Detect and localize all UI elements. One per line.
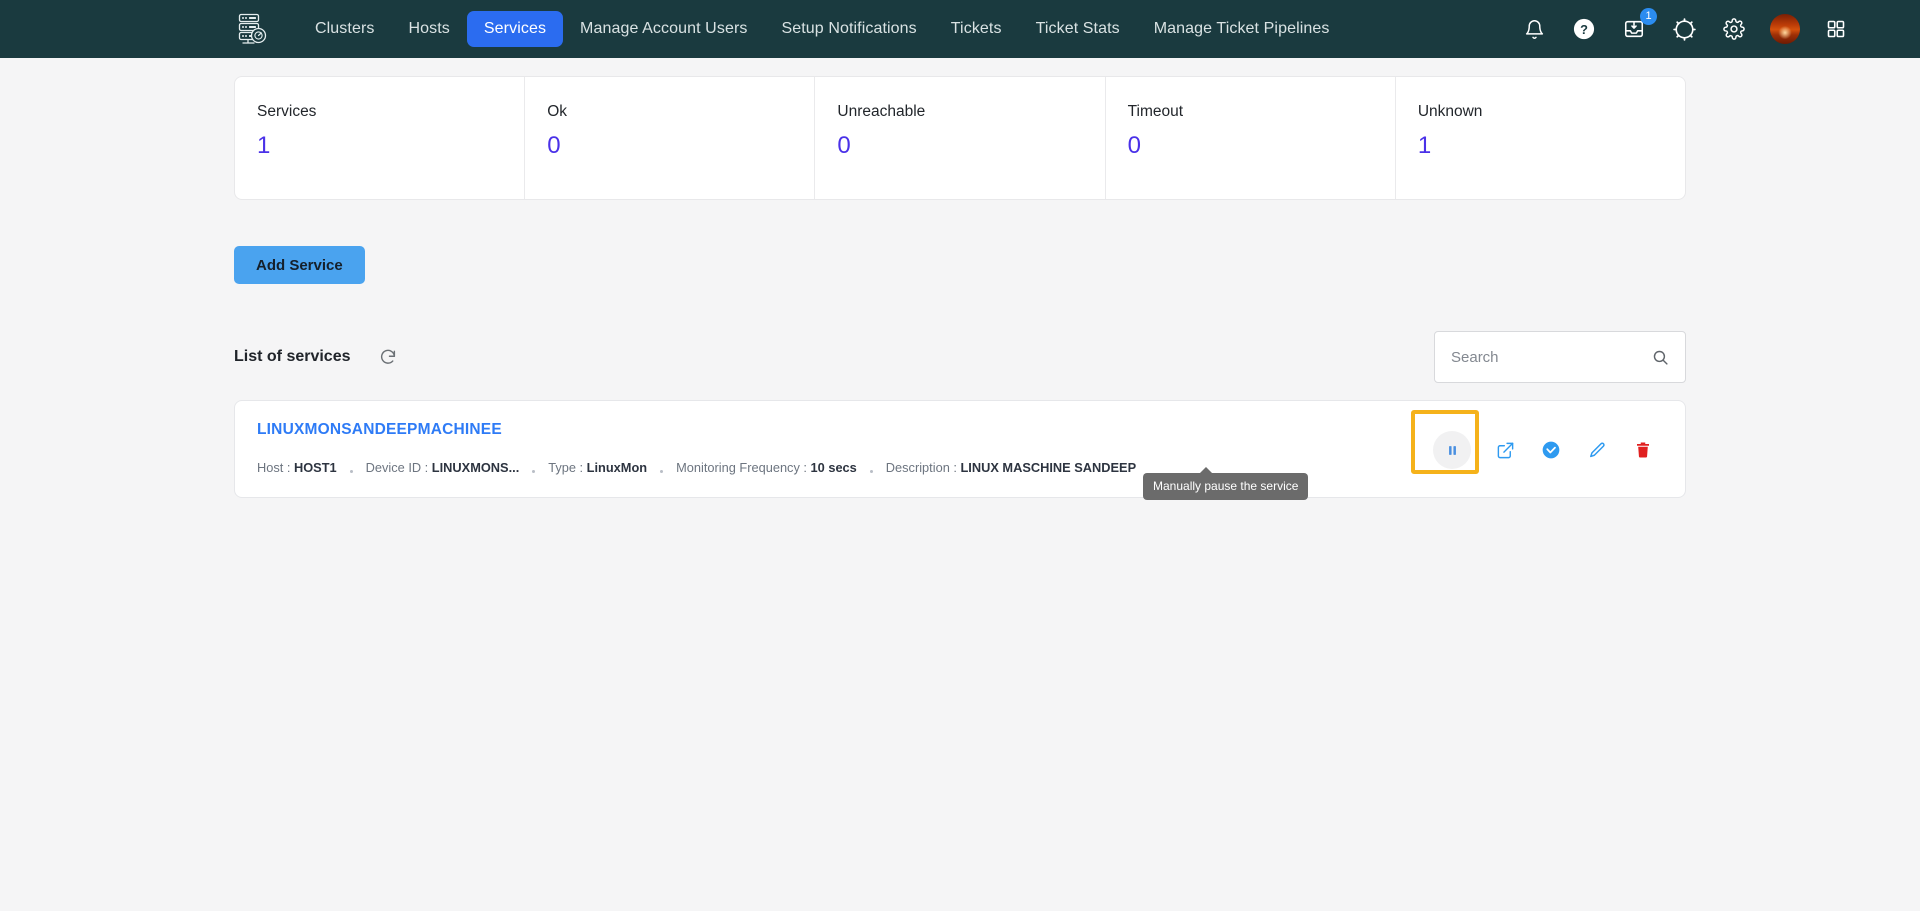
meta-description-value: LINUX MASCHINE SANDEEP	[960, 460, 1137, 475]
meta-separator-dot	[349, 470, 353, 473]
stat-card-unreachable: Unreachable 0	[815, 77, 1106, 199]
meta-type-label: Type :	[548, 460, 587, 475]
service-row-actions	[1411, 410, 1655, 474]
apps-grid-icon[interactable]	[1822, 15, 1850, 43]
meta-host-value: HOST1	[293, 460, 337, 475]
meta-type: Type : LinuxMon	[548, 460, 647, 475]
stat-card-timeout: Timeout 0	[1106, 77, 1396, 199]
service-status-summary: Services 1 Ok 0 Unreachable 0 Timeout 0 …	[234, 76, 1686, 200]
nav-link-ticket-stats[interactable]: Ticket Stats	[1019, 11, 1137, 47]
meta-separator-dot	[660, 470, 664, 473]
search-input[interactable]	[1451, 348, 1652, 366]
stat-label: Timeout	[1127, 103, 1184, 120]
stat-label: Unreachable	[837, 103, 926, 120]
nav-link-manage-ticket-pipelines[interactable]: Manage Ticket Pipelines	[1137, 11, 1347, 47]
meta-device-id-label: Device ID :	[365, 460, 432, 475]
meta-host: Host : HOST1	[257, 460, 337, 475]
stat-card-services: Services 1	[235, 77, 526, 199]
svg-text:?: ?	[1580, 22, 1588, 37]
service-name-link[interactable]: LINUXMONSANDEEPMACHINEE	[257, 421, 502, 439]
delete-trash-icon[interactable]	[1631, 438, 1655, 462]
pause-service-button[interactable]	[1411, 410, 1479, 474]
nav-link-manage-account-users[interactable]: Manage Account Users	[563, 11, 764, 47]
nav-link-clusters[interactable]: Clusters	[298, 11, 391, 47]
stat-value: 0	[547, 132, 561, 159]
refresh-icon[interactable]	[379, 348, 397, 366]
navbar-actions: ? 1	[1520, 8, 1880, 44]
service-list-item: LINUXMONSANDEEPMACHINEE Host : HOST1 Dev…	[234, 400, 1686, 498]
meta-monitoring-frequency-value: 10 secs	[810, 460, 857, 475]
stat-label: Services	[257, 103, 317, 120]
open-external-link-icon[interactable]	[1493, 438, 1517, 462]
meta-description: Description : LINUX MASCHINE SANDEEP	[886, 460, 1136, 475]
stat-label: Ok	[547, 103, 568, 120]
pause-icon	[1448, 445, 1456, 455]
server-rack-monitor-logo	[238, 13, 267, 44]
add-service-button[interactable]: Add Service	[234, 246, 365, 284]
meta-monitoring-frequency: Monitoring Frequency : 10 secs	[676, 460, 857, 475]
list-title: List of services	[234, 348, 351, 365]
search-box[interactable]	[1434, 331, 1686, 383]
stat-value: 1	[257, 132, 271, 159]
meta-separator-dot	[532, 470, 536, 473]
search-icon[interactable]	[1652, 349, 1669, 366]
settings-gear-icon[interactable]	[1720, 15, 1748, 43]
pause-button-tooltip: Manually pause the service	[1143, 467, 1309, 500]
meta-monitoring-frequency-label: Monitoring Frequency :	[676, 460, 811, 475]
acknowledge-check-icon[interactable]	[1539, 438, 1563, 462]
list-header: List of services	[234, 328, 1686, 386]
main-nav-links: Clusters Hosts Services Manage Account U…	[298, 11, 1346, 47]
top-navigation-bar: Clusters Hosts Services Manage Account U…	[0, 0, 1920, 58]
meta-device-id-value: LINUXMONS...	[431, 460, 520, 475]
meta-host-label: Host :	[257, 460, 294, 475]
meta-separator-dot	[869, 470, 873, 473]
meta-description-label: Description :	[885, 460, 961, 475]
stat-value: 0	[1127, 132, 1141, 159]
nav-link-tickets[interactable]: Tickets	[934, 11, 1019, 47]
edit-pencil-icon[interactable]	[1585, 438, 1609, 462]
help-question-icon[interactable]: ?	[1570, 15, 1598, 43]
stat-value: 0	[837, 132, 851, 159]
dark-mode-toggle-icon[interactable]	[1670, 15, 1698, 43]
user-avatar[interactable]	[1770, 14, 1800, 44]
page-content: Services 1 Ok 0 Unreachable 0 Timeout 0 …	[0, 76, 1920, 498]
inbox-download-icon[interactable]: 1	[1620, 8, 1657, 43]
stat-label: Unknown	[1417, 103, 1483, 120]
meta-type-value: LinuxMon	[586, 460, 648, 475]
nav-link-setup-notifications[interactable]: Setup Notifications	[764, 11, 933, 47]
inbox-badge-count: 1	[1640, 8, 1657, 25]
nav-link-services[interactable]: Services	[466, 11, 564, 47]
stat-card-unknown: Unknown 1	[1396, 77, 1685, 199]
meta-device-id: Device ID : LINUXMONS...	[366, 460, 520, 475]
stat-value: 1	[1417, 132, 1432, 159]
stat-card-ok: Ok 0	[525, 77, 816, 199]
nav-link-hosts[interactable]: Hosts	[391, 11, 466, 47]
notifications-bell-icon[interactable]	[1520, 15, 1548, 43]
app-logo[interactable]	[228, 7, 276, 51]
